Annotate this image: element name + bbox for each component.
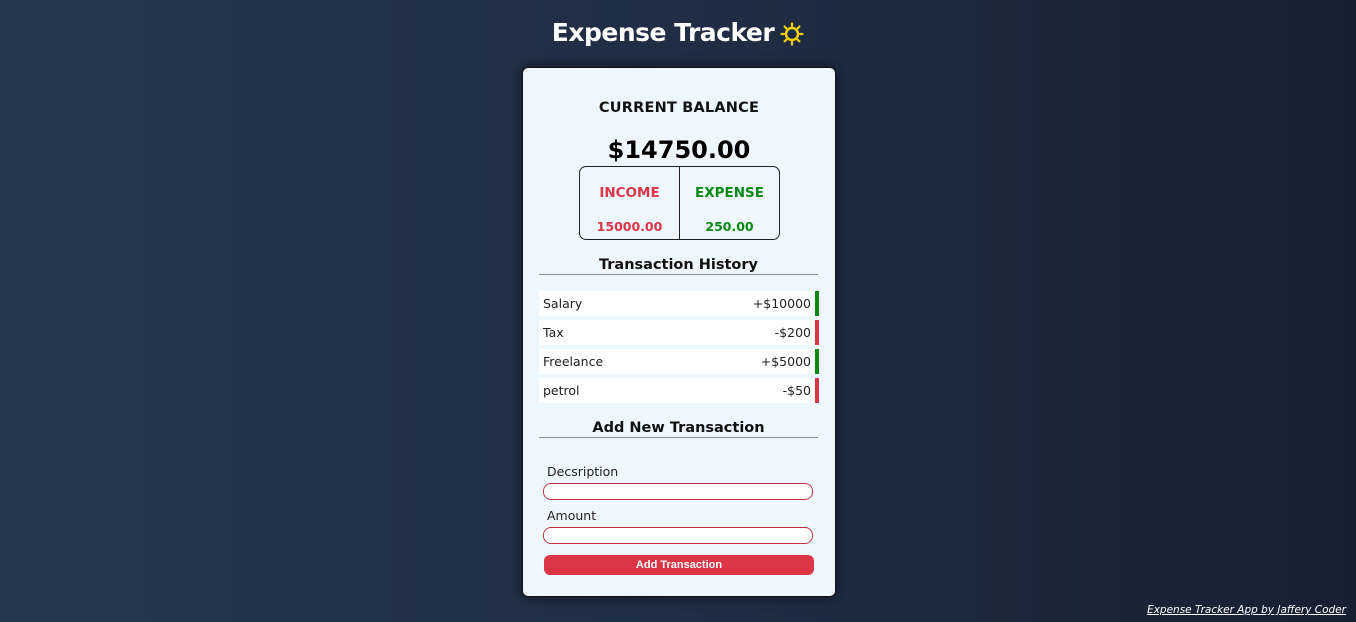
transaction-amount: -$50 bbox=[782, 383, 811, 398]
expense-panel: EXPENSE 250.00 bbox=[680, 167, 779, 239]
expense-indicator bbox=[815, 320, 819, 345]
transaction-amount: +$10000 bbox=[752, 296, 811, 311]
description-input[interactable] bbox=[543, 483, 813, 500]
amount-input[interactable] bbox=[543, 527, 813, 544]
footer-credit-link[interactable]: Expense Tracker App by Jaffery Coder bbox=[1147, 604, 1346, 616]
transaction-list: Salary +$10000 Tax -$200 Freelance +$500… bbox=[539, 291, 819, 407]
income-value: 15000.00 bbox=[596, 219, 663, 234]
balance-label: CURRENT BALANCE bbox=[598, 100, 760, 116]
transaction-description: petrol bbox=[543, 383, 580, 398]
transaction-description: Freelance bbox=[543, 354, 604, 369]
transaction-amount: -$200 bbox=[774, 325, 811, 340]
transaction-item[interactable]: petrol -$50 bbox=[539, 378, 819, 403]
expense-card: CURRENT BALANCE $14750.00 INCOME 15000.0… bbox=[522, 67, 836, 597]
expense-value: 250.00 bbox=[705, 219, 754, 234]
transaction-item[interactable]: Freelance +$5000 bbox=[539, 349, 819, 374]
transaction-item[interactable]: Salary +$10000 bbox=[539, 291, 819, 316]
transaction-description: Salary bbox=[543, 296, 583, 311]
income-indicator bbox=[815, 349, 819, 374]
income-label: INCOME bbox=[599, 185, 660, 201]
income-panel: INCOME 15000.00 bbox=[580, 167, 680, 239]
balance-amount: $14750.00 bbox=[607, 136, 751, 164]
app-title: Expense Tracker bbox=[551, 18, 775, 47]
description-label: Decsription bbox=[547, 464, 619, 479]
expense-indicator bbox=[815, 378, 819, 403]
income-indicator bbox=[815, 291, 819, 316]
history-title: Transaction History bbox=[539, 257, 818, 275]
amount-label: Amount bbox=[547, 508, 597, 523]
income-expense-summary: INCOME 15000.00 EXPENSE 250.00 bbox=[579, 166, 780, 240]
sun-icon[interactable] bbox=[780, 22, 804, 46]
add-transaction-button[interactable]: Add Transaction bbox=[544, 555, 814, 575]
transaction-description: Tax bbox=[543, 325, 564, 340]
transaction-amount: +$5000 bbox=[760, 354, 811, 369]
expense-label: EXPENSE bbox=[695, 185, 764, 201]
transaction-item[interactable]: Tax -$200 bbox=[539, 320, 819, 345]
add-transaction-title: Add New Transaction bbox=[539, 420, 818, 438]
app-header: Expense Tracker bbox=[0, 18, 1356, 47]
